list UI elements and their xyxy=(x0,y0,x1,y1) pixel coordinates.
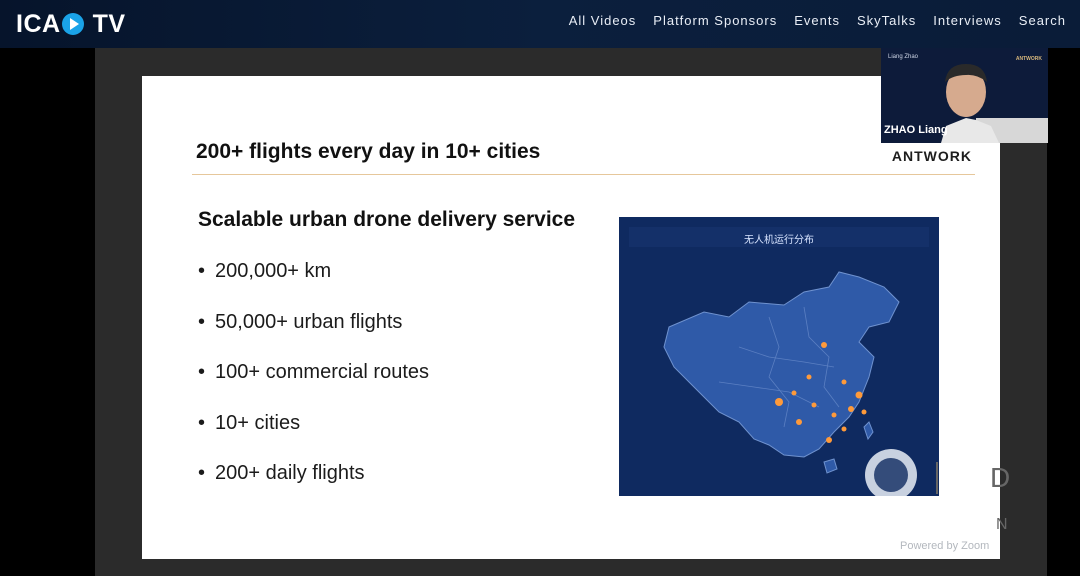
title-divider xyxy=(192,174,975,175)
logo-right-text: TV xyxy=(92,9,126,38)
logo-left-text: ICA xyxy=(16,9,61,38)
overlay-divider xyxy=(936,462,938,494)
antwork-logo: ANTWORK xyxy=(891,148,972,164)
slide-subheading: Scalable urban drone delivery service xyxy=(198,208,576,231)
bullet-item: 100+ commercial routes xyxy=(198,357,429,408)
overlay-partial-text-2: N xyxy=(996,516,1008,533)
play-icon xyxy=(61,13,84,35)
powered-by-zoom: Powered by Zoom xyxy=(900,540,990,552)
bullet-item: 200+ daily flights xyxy=(198,458,429,509)
nav-search[interactable]: Search xyxy=(1019,12,1066,30)
speaker-video-thumbnail[interactable]: Liang Zhao ANTWORK ZHAO Liang xyxy=(881,48,1048,143)
nav-all-videos[interactable]: All Videos xyxy=(569,12,637,30)
nav-skytalks[interactable]: SkyTalks xyxy=(857,12,916,30)
speaker-name: ZHAO Liang xyxy=(884,124,948,136)
slide-title: 200+ flights every day in 10+ cities xyxy=(196,140,541,163)
map-title: 无人机运行分布 xyxy=(744,235,814,246)
bullet-list: 200,000+ km 50,000+ urban flights 100+ c… xyxy=(198,256,429,509)
bullet-item: 50,000+ urban flights xyxy=(198,307,429,358)
bullet-item: 200,000+ km xyxy=(198,256,429,307)
china-map-panel: 无人机运行分布 xyxy=(619,217,939,496)
bullet-item: 10+ cities xyxy=(198,408,429,459)
nav-platform-sponsors[interactable]: Platform Sponsors xyxy=(653,12,777,30)
nav-interviews[interactable]: Interviews xyxy=(933,12,1002,30)
presentation-slide: 200+ flights every day in 10+ cities ANT… xyxy=(142,76,1000,559)
nav-events[interactable]: Events xyxy=(794,12,840,30)
main-nav: All Videos Platform Sponsors Events SkyT… xyxy=(552,12,1066,30)
icao-tv-logo[interactable]: ICA TV xyxy=(16,6,126,42)
china-map-graphic xyxy=(629,227,929,496)
overlay-partial-text-1: D xyxy=(990,462,1011,493)
top-nav-bar: ICA TV All Videos Platform Sponsors Even… xyxy=(0,0,1080,48)
